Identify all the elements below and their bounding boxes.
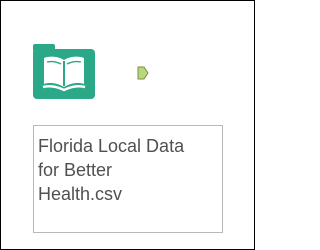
output-anchor-icon[interactable] bbox=[137, 66, 149, 80]
tool-annotation-label: Florida Local Data for Better Health.csv bbox=[33, 125, 223, 233]
label-line-3: Health.csv bbox=[38, 184, 123, 204]
label-line-2: for Better bbox=[38, 160, 113, 180]
input-data-book-icon[interactable] bbox=[33, 44, 95, 99]
label-line-1: Florida Local Data bbox=[38, 136, 185, 156]
input-data-tool[interactable] bbox=[33, 44, 149, 104]
